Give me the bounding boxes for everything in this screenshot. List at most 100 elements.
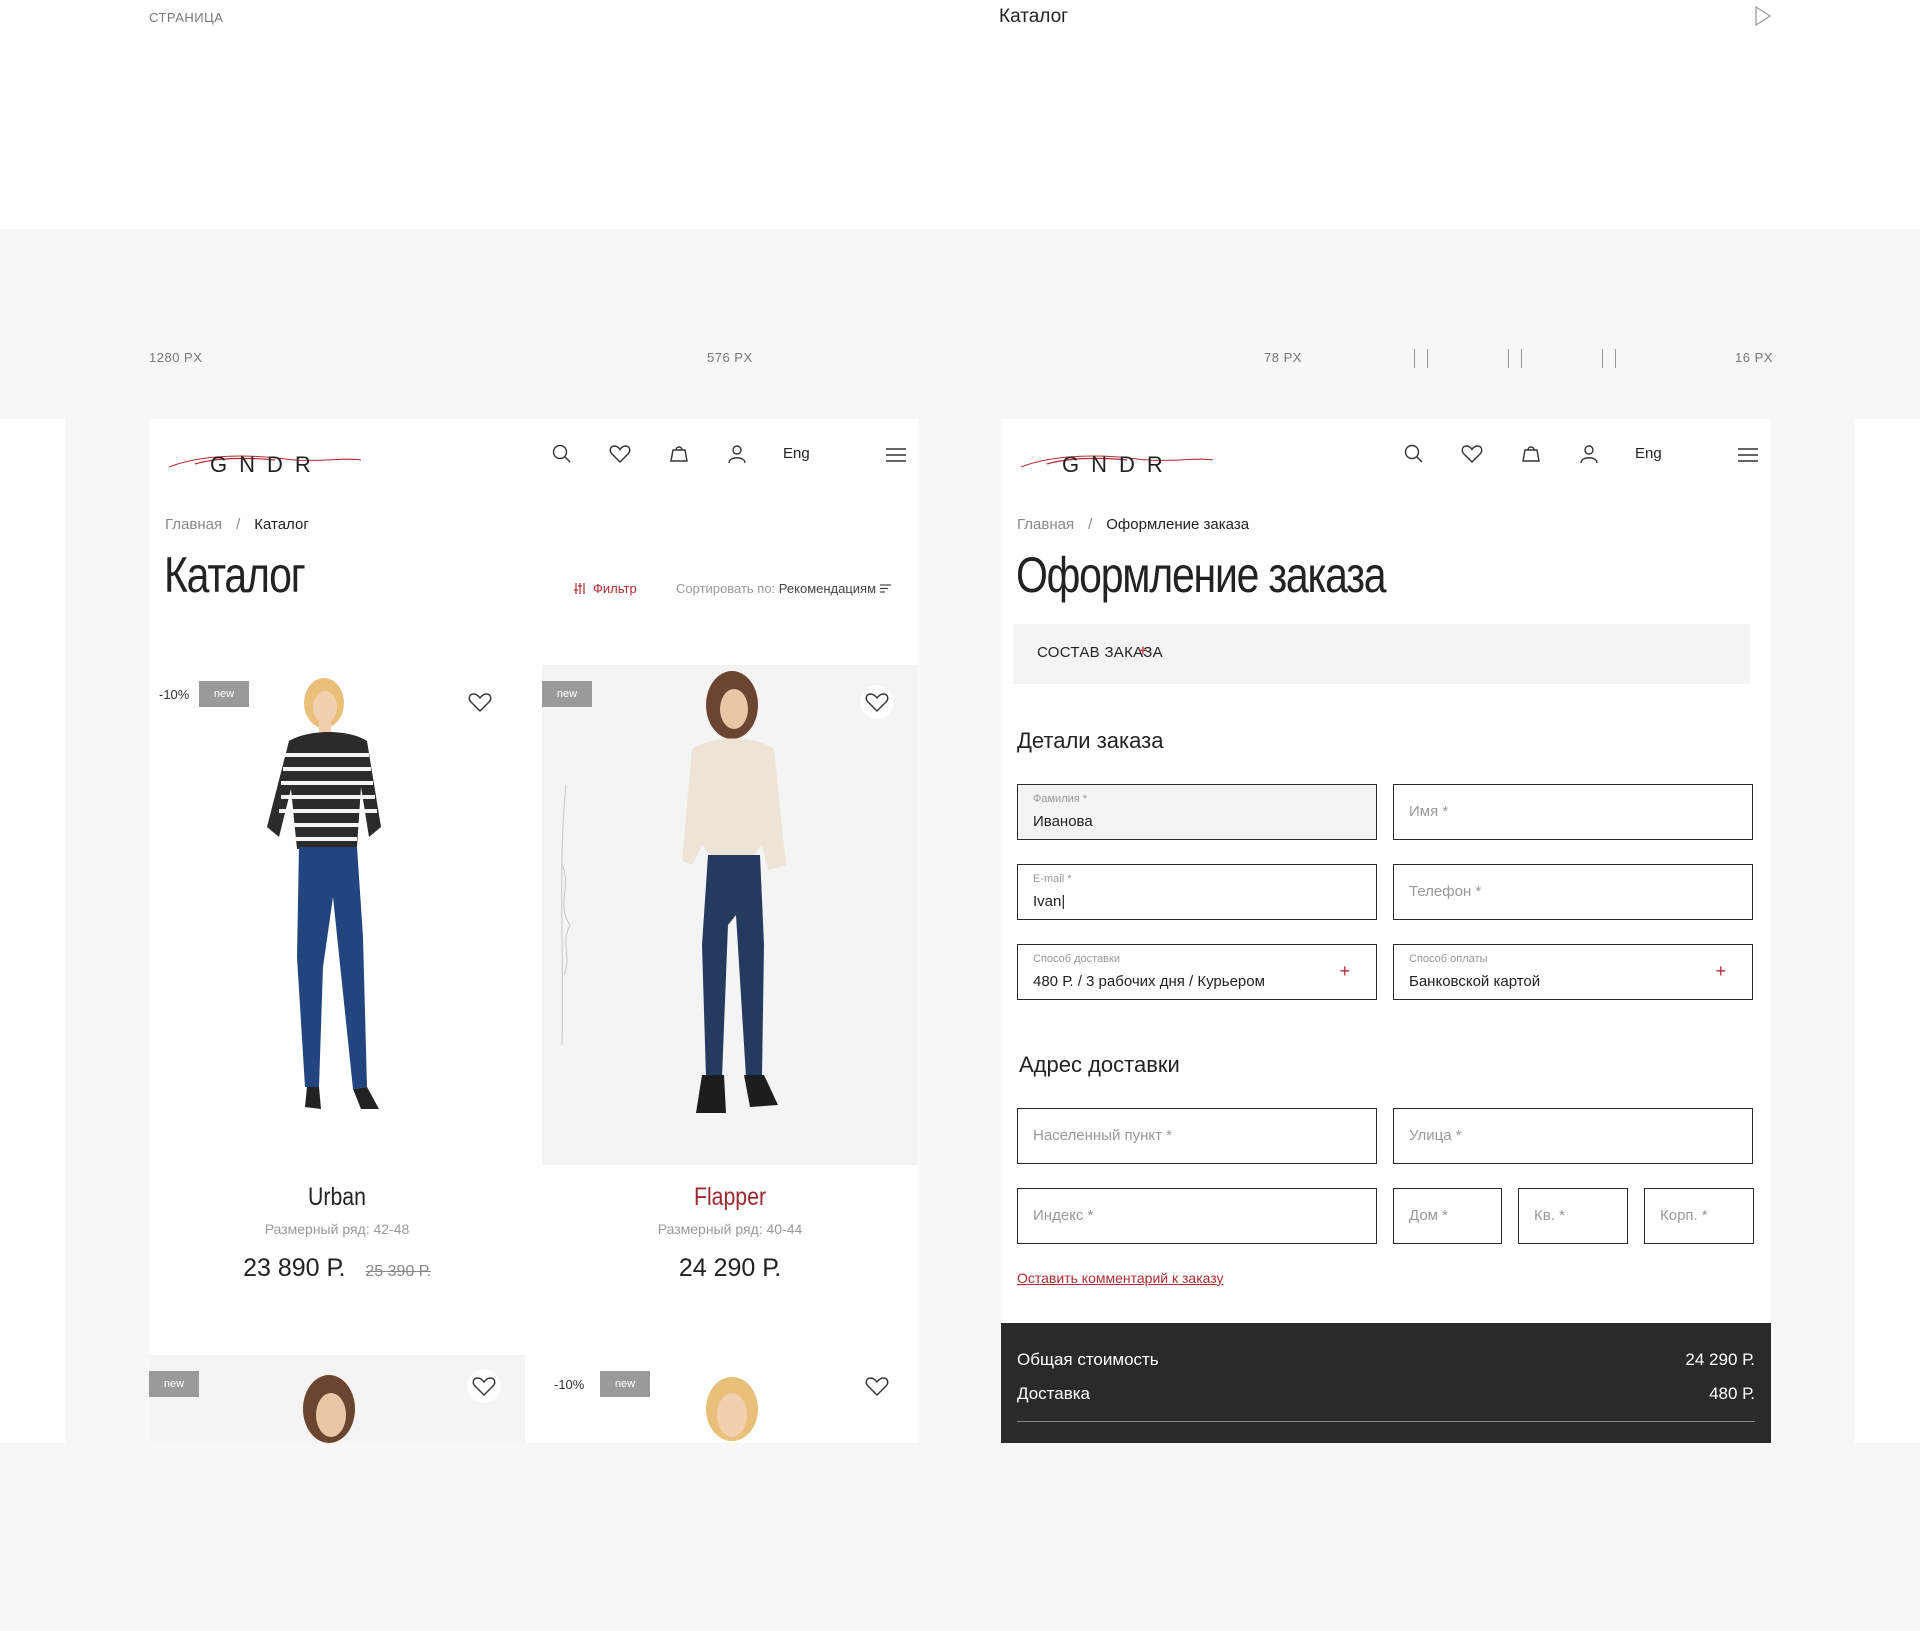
- measure-width-78: 78 PX: [1264, 350, 1302, 365]
- measure-width-16: 16 PX: [1735, 350, 1773, 365]
- catalog-panel: GNDR Eng Главная / Каталог Каталог Фильтр …: [149, 419, 919, 1443]
- apartment-field[interactable]: Кв. *: [1518, 1188, 1628, 1244]
- gndr-logo[interactable]: GNDR: [1017, 433, 1217, 481]
- sort-label: Сортировать по:: [676, 581, 776, 596]
- delivery-method-value: 480 Р. / 3 рабочих дня / Курьером: [1033, 973, 1265, 990]
- product-image[interactable]: [542, 665, 918, 1165]
- new-badge: new: [149, 1371, 199, 1397]
- new-badge: new: [542, 681, 592, 707]
- bag-icon[interactable]: [1518, 441, 1544, 467]
- favorite-button[interactable]: [860, 685, 894, 719]
- total-divider: [1017, 1421, 1755, 1422]
- surname-field[interactable]: Фамилия * Иванова: [1017, 784, 1377, 840]
- order-total-panel: Общая стоимость 24 290 Р. Доставка 480 Р…: [1001, 1323, 1771, 1443]
- svg-text:GNDR: GNDR: [210, 452, 323, 477]
- product-card[interactable]: -10% new: [542, 1355, 918, 1443]
- plus-icon: +: [1138, 641, 1149, 660]
- index-placeholder: Индекс *: [1033, 1207, 1094, 1224]
- city-field[interactable]: Населенный пункт *: [1017, 1108, 1377, 1164]
- breadcrumb: Главная / Каталог: [165, 516, 309, 533]
- gutter-marker: [1602, 349, 1616, 368]
- street-placeholder: Улица *: [1409, 1127, 1462, 1144]
- favorite-button[interactable]: [467, 1369, 501, 1403]
- gutter-marker: [1414, 349, 1428, 368]
- product-card-urban[interactable]: -10% new: [149, 665, 525, 1165]
- checkout-panel: GNDR Eng Главная / Оформление заказа Оформ…: [1001, 419, 1771, 1443]
- top-band: [0, 0, 1920, 229]
- product-image[interactable]: [692, 1369, 772, 1443]
- building-field[interactable]: Корп. *: [1644, 1188, 1754, 1244]
- page-title: Каталог: [164, 547, 306, 603]
- street-field[interactable]: Улица *: [1393, 1108, 1753, 1164]
- language-switch[interactable]: Eng: [783, 445, 810, 462]
- delivery-method-label: Способ доставки: [1033, 953, 1120, 965]
- heart-icon: [468, 693, 492, 712]
- index-field[interactable]: Индекс *: [1017, 1188, 1377, 1244]
- heart-icon: [472, 1377, 496, 1396]
- payment-method-label: Способ оплаты: [1409, 953, 1488, 965]
- menu-icon[interactable]: [884, 445, 908, 465]
- bag-icon[interactable]: [666, 441, 692, 467]
- order-details-heading: Детали заказа: [1017, 728, 1164, 753]
- menu-icon[interactable]: [1736, 445, 1760, 465]
- breadcrumb-home[interactable]: Главная: [165, 516, 222, 533]
- order-summary-toggle[interactable]: СОСТАВ ЗАКАЗА +: [1013, 624, 1750, 684]
- apartment-placeholder: Кв. *: [1534, 1207, 1565, 1224]
- product-card[interactable]: new: [149, 1355, 525, 1443]
- payment-method-select[interactable]: Способ оплаты Банковской картой +: [1393, 944, 1753, 1000]
- heart-icon[interactable]: [607, 441, 633, 467]
- product-sizes: Размерный ряд: 42-48: [264, 1221, 410, 1237]
- search-icon[interactable]: [549, 441, 575, 467]
- play-icon[interactable]: [1754, 5, 1772, 27]
- product-image[interactable]: [289, 1369, 369, 1443]
- product-image[interactable]: [249, 677, 429, 1127]
- plus-icon: +: [1715, 961, 1726, 981]
- favorite-button[interactable]: [463, 685, 497, 719]
- language-switch[interactable]: Eng: [1635, 445, 1662, 462]
- sort-value: Рекомендациям: [778, 581, 877, 596]
- discount-label: -10%: [159, 687, 190, 702]
- discount-label: -10%: [554, 1377, 585, 1392]
- total-value: 24 290 Р.: [1685, 1350, 1755, 1369]
- sort-control[interactable]: Сортировать по: Рекомендациям: [676, 581, 891, 596]
- new-badge: new: [600, 1371, 650, 1397]
- surname-label: Фамилия *: [1033, 793, 1088, 805]
- comment-link[interactable]: Оставить комментарий к заказу: [1017, 1270, 1224, 1286]
- email-label: E-mail *: [1033, 873, 1072, 885]
- name-placeholder: Имя *: [1409, 803, 1449, 820]
- filter-icon: [573, 582, 587, 595]
- breadcrumb-home[interactable]: Главная: [1017, 516, 1074, 533]
- delivery-method-select[interactable]: Способ доставки 480 Р. / 3 рабочих дня /…: [1017, 944, 1377, 1000]
- search-icon[interactable]: [1401, 441, 1427, 467]
- user-icon[interactable]: [1576, 441, 1602, 467]
- gndr-logo[interactable]: GNDR: [165, 433, 365, 481]
- breadcrumb-separator: /: [236, 516, 241, 533]
- heart-icon: [865, 693, 889, 712]
- breadcrumb-current: Каталог: [254, 516, 309, 533]
- name-field[interactable]: Имя *: [1393, 784, 1753, 840]
- delivery-cost-value: 480 Р.: [1709, 1384, 1755, 1403]
- site-header: GNDR Eng: [1001, 419, 1771, 491]
- email-field[interactable]: E-mail * Ivan|: [1017, 864, 1377, 920]
- filter-button[interactable]: Фильтр: [573, 581, 637, 596]
- building-placeholder: Корп. *: [1660, 1207, 1708, 1224]
- phone-field[interactable]: Телефон *: [1393, 864, 1753, 920]
- house-field[interactable]: Дом *: [1393, 1188, 1502, 1244]
- top-page-title: Каталог: [999, 6, 1069, 27]
- surname-value: Иванова: [1033, 813, 1093, 830]
- favorite-button[interactable]: [860, 1369, 894, 1403]
- product-card-flapper[interactable]: new: [542, 665, 918, 1165]
- heart-icon[interactable]: [1459, 441, 1485, 467]
- breadcrumb: Главная / Оформление заказа: [1017, 516, 1249, 533]
- product-old-price: 25 390 Р.: [365, 1263, 431, 1280]
- city-placeholder: Населенный пункт *: [1033, 1127, 1173, 1144]
- delivery-cost-label: Доставка: [1017, 1384, 1091, 1403]
- total-label: Общая стоимость: [1017, 1350, 1159, 1369]
- product-name[interactable]: Flapper: [570, 1183, 890, 1212]
- house-placeholder: Дом *: [1409, 1207, 1448, 1224]
- product-name[interactable]: Urban: [177, 1183, 497, 1212]
- measure-width-1280: 1280 PX: [149, 350, 203, 365]
- heart-icon: [865, 1377, 889, 1396]
- product-sizes: Размерный ряд: 40-44: [657, 1221, 803, 1237]
- user-icon[interactable]: [724, 441, 750, 467]
